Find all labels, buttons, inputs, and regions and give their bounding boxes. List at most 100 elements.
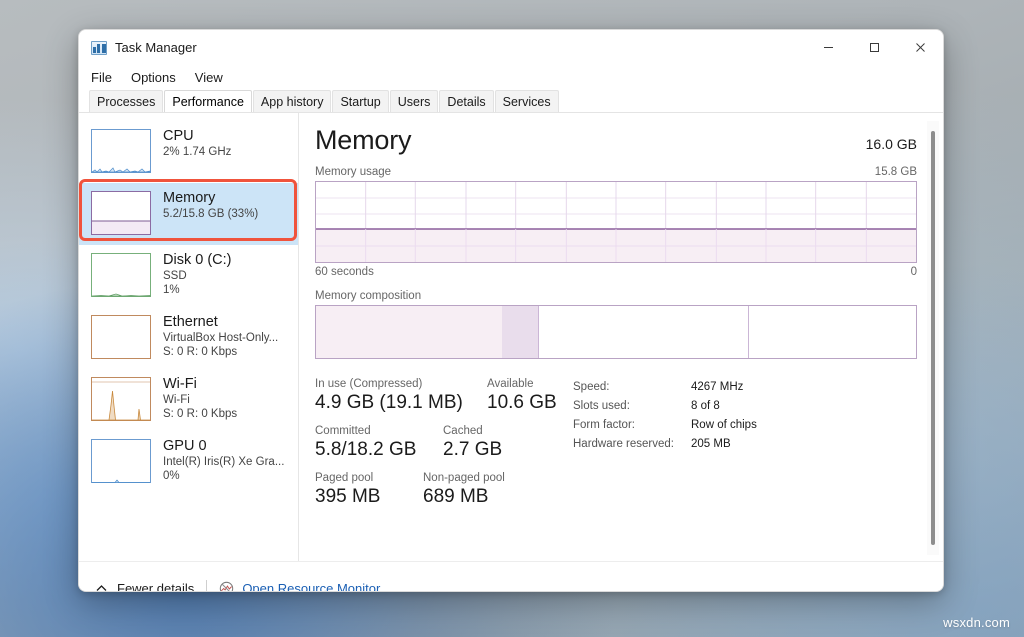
resource-list: CPU 2% 1.74 GHz Memory 5.2/15.8 GB (33%) bbox=[79, 113, 299, 561]
stat-in-use: In use (Compressed) 4.9 GB (19.1 MB) bbox=[315, 377, 487, 415]
resource-monitor-icon bbox=[219, 581, 234, 592]
gpu-detail-2: 0% bbox=[163, 469, 284, 483]
usage-graph-labels: Memory usage 15.8 GB bbox=[315, 166, 917, 178]
wifi-detail-1: Wi-Fi bbox=[163, 393, 237, 407]
ethernet-name: Ethernet bbox=[163, 313, 278, 331]
memory-capacity: 16.0 GB bbox=[866, 136, 917, 152]
gpu-detail-1: Intel(R) Iris(R) Xe Gra... bbox=[163, 455, 284, 469]
memory-usage-graph bbox=[315, 181, 917, 263]
sidebar-item-gpu-0[interactable]: GPU 0 Intel(R) Iris(R) Xe Gra... 0% bbox=[79, 431, 298, 493]
cpu-detail-1: 2% 1.74 GHz bbox=[163, 145, 231, 159]
footer-divider bbox=[206, 580, 207, 593]
sidebar-item-ethernet[interactable]: Ethernet VirtualBox Host-Only... S: 0 R:… bbox=[79, 307, 298, 369]
gpu-thumbnail-graph bbox=[91, 439, 151, 483]
menu-file[interactable]: File bbox=[91, 70, 112, 85]
tab-users[interactable]: Users bbox=[390, 90, 439, 112]
open-resource-monitor-link[interactable]: Open Resource Monitor bbox=[219, 581, 380, 592]
property-speed-key: Speed: bbox=[573, 378, 691, 397]
stats-row-2: Committed 5.8/18.2 GB Cached 2.7 GB bbox=[315, 424, 573, 462]
gpu-text: GPU 0 Intel(R) Iris(R) Xe Gra... 0% bbox=[163, 437, 284, 483]
wifi-name: Wi-Fi bbox=[163, 375, 237, 393]
stat-paged-pool: Paged pool 395 MB bbox=[315, 471, 423, 509]
memory-properties: Speed: 4267 MHz Slots used: 8 of 8 Form … bbox=[573, 377, 917, 518]
fewer-details-label: Fewer details bbox=[117, 581, 194, 592]
stat-in-use-value: 4.9 GB (19.1 MB) bbox=[315, 391, 487, 415]
stats-row-1: In use (Compressed) 4.9 GB (19.1 MB) Ava… bbox=[315, 377, 573, 415]
usage-graph-x-left: 60 seconds bbox=[315, 266, 374, 278]
wifi-thumbnail-graph bbox=[91, 377, 151, 421]
stat-cached-value: 2.7 GB bbox=[443, 438, 502, 462]
sidebar-item-memory[interactable]: Memory 5.2/15.8 GB (33%) bbox=[79, 183, 298, 245]
content-scrollbar[interactable] bbox=[927, 121, 939, 555]
disk-detail-2: 1% bbox=[163, 283, 231, 297]
window-footer: Fewer details Open Resource Monitor bbox=[79, 561, 943, 592]
stat-non-paged-pool: Non-paged pool 689 MB bbox=[423, 471, 505, 509]
menu-options[interactable]: Options bbox=[131, 70, 176, 85]
memory-stats: In use (Compressed) 4.9 GB (19.1 MB) Ava… bbox=[315, 377, 917, 518]
wifi-text: Wi-Fi Wi-Fi S: 0 R: 0 Kbps bbox=[163, 375, 237, 421]
composition-segment-modified[interactable] bbox=[502, 306, 538, 358]
window-title: Task Manager bbox=[115, 40, 197, 55]
memory-detail-1: 5.2/15.8 GB (33%) bbox=[163, 207, 258, 221]
ethernet-text: Ethernet VirtualBox Host-Only... S: 0 R:… bbox=[163, 313, 278, 359]
stats-row-3: Paged pool 395 MB Non-paged pool 689 MB bbox=[315, 471, 573, 509]
task-manager-window: Task Manager File Options View Processes… bbox=[78, 29, 944, 592]
page-title: Memory bbox=[315, 125, 411, 156]
disk-detail-1: SSD bbox=[163, 269, 231, 283]
memory-name: Memory bbox=[163, 189, 258, 207]
window-body: CPU 2% 1.74 GHz Memory 5.2/15.8 GB (33%) bbox=[79, 113, 943, 561]
sidebar-item-wifi[interactable]: Wi-Fi Wi-Fi S: 0 R: 0 Kbps bbox=[79, 369, 298, 431]
property-slots-used: Slots used: 8 of 8 bbox=[573, 397, 917, 416]
property-form-factor-value: Row of chips bbox=[691, 416, 757, 435]
tab-startup[interactable]: Startup bbox=[332, 90, 388, 112]
ethernet-detail-2: S: 0 R: 0 Kbps bbox=[163, 345, 278, 359]
memory-composition-bar[interactable] bbox=[315, 305, 917, 359]
sidebar-item-cpu[interactable]: CPU 2% 1.74 GHz bbox=[79, 121, 298, 183]
scrollbar-thumb[interactable] bbox=[931, 131, 935, 545]
property-slots-used-key: Slots used: bbox=[573, 397, 691, 416]
stat-available-label: Available bbox=[487, 377, 557, 391]
property-slots-used-value: 8 of 8 bbox=[691, 397, 720, 416]
disk-name: Disk 0 (C:) bbox=[163, 251, 231, 269]
cpu-name: CPU bbox=[163, 127, 231, 145]
ethernet-detail-1: VirtualBox Host-Only... bbox=[163, 331, 278, 345]
usage-graph-ymax: 15.8 GB bbox=[875, 166, 917, 178]
composition-segment-free[interactable] bbox=[748, 306, 916, 358]
stat-committed-value: 5.8/18.2 GB bbox=[315, 438, 443, 462]
composition-segment-in-use[interactable] bbox=[316, 306, 502, 358]
tab-app-history[interactable]: App history bbox=[253, 90, 332, 112]
stat-non-paged-pool-value: 689 MB bbox=[423, 485, 505, 509]
stat-non-paged-pool-label: Non-paged pool bbox=[423, 471, 505, 485]
property-hardware-reserved-value: 205 MB bbox=[691, 435, 731, 454]
close-button[interactable] bbox=[897, 30, 943, 65]
sidebar-item-disk-0[interactable]: Disk 0 (C:) SSD 1% bbox=[79, 245, 298, 307]
disk-text: Disk 0 (C:) SSD 1% bbox=[163, 251, 231, 297]
composition-label: Memory composition bbox=[315, 290, 917, 302]
tab-details[interactable]: Details bbox=[439, 90, 493, 112]
memory-stats-left: In use (Compressed) 4.9 GB (19.1 MB) Ava… bbox=[315, 377, 573, 518]
tab-processes[interactable]: Processes bbox=[89, 90, 163, 112]
stat-cached: Cached 2.7 GB bbox=[443, 424, 502, 462]
property-hardware-reserved: Hardware reserved: 205 MB bbox=[573, 435, 917, 454]
chevron-up-icon bbox=[95, 582, 108, 592]
menu-bar: File Options View bbox=[79, 65, 943, 90]
property-hardware-reserved-key: Hardware reserved: bbox=[573, 435, 691, 454]
tab-services[interactable]: Services bbox=[495, 90, 559, 112]
tab-performance[interactable]: Performance bbox=[164, 90, 252, 112]
fewer-details-button[interactable]: Fewer details bbox=[95, 581, 194, 592]
open-resource-monitor-label: Open Resource Monitor bbox=[242, 581, 380, 592]
desktop-watermark: wsxdn.com bbox=[943, 615, 1010, 630]
stat-available: Available 10.6 GB bbox=[487, 377, 557, 415]
stat-available-value: 10.6 GB bbox=[487, 391, 557, 415]
usage-graph-x-right: 0 bbox=[911, 266, 917, 278]
maximize-button[interactable] bbox=[851, 30, 897, 65]
minimize-button[interactable] bbox=[805, 30, 851, 65]
menu-view[interactable]: View bbox=[195, 70, 223, 85]
composition-segment-standby[interactable] bbox=[538, 306, 748, 358]
cpu-thumbnail-graph bbox=[91, 129, 151, 173]
property-form-factor-key: Form factor: bbox=[573, 416, 691, 435]
memory-text: Memory 5.2/15.8 GB (33%) bbox=[163, 189, 258, 221]
property-form-factor: Form factor: Row of chips bbox=[573, 416, 917, 435]
disk-thumbnail-graph bbox=[91, 253, 151, 297]
usage-graph-title: Memory usage bbox=[315, 166, 391, 178]
